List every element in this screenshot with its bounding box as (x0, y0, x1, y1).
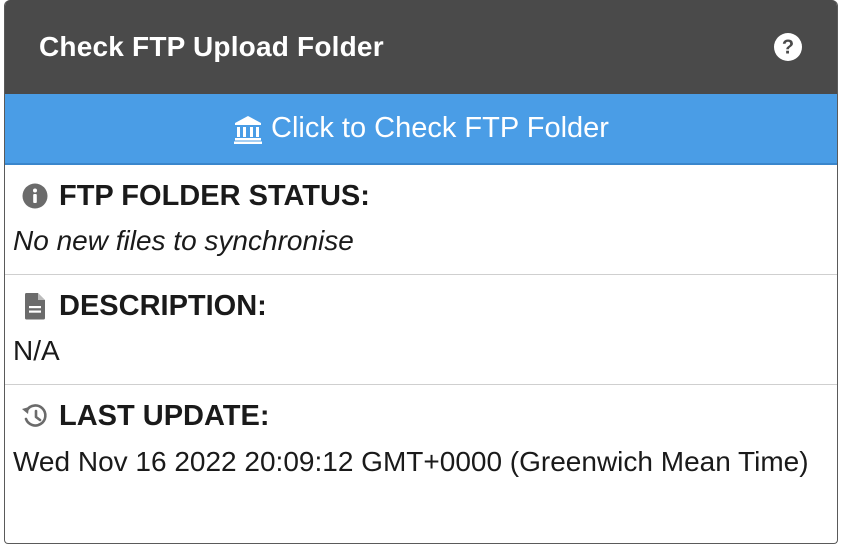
description-heading-row: DESCRIPTION: (13, 275, 829, 327)
ftp-status-heading-row: FTP FOLDER STATUS: (13, 165, 829, 217)
file-text-icon (21, 292, 49, 320)
history-icon (21, 402, 49, 430)
ftp-status-value: No new files to synchronise (13, 225, 354, 256)
description-value: N/A (13, 335, 60, 366)
panel-header: Check FTP Upload Folder ? (5, 0, 837, 94)
question-circle-icon[interactable]: ? (773, 32, 803, 62)
description-section: DESCRIPTION: N/A (5, 275, 837, 385)
svg-text:?: ? (782, 37, 794, 59)
description-heading: DESCRIPTION: (59, 289, 267, 322)
last-update-heading-row: LAST UPDATE: (13, 385, 829, 437)
ftp-upload-panel: Check FTP Upload Folder ? Click to Check… (4, 0, 838, 544)
last-update-section: LAST UPDATE: Wed Nov 16 2022 20:09:12 GM… (5, 385, 837, 542)
ftp-status-section: FTP FOLDER STATUS: No new files to synch… (5, 165, 837, 275)
panel-title: Check FTP Upload Folder (39, 31, 384, 62)
ftp-status-heading: FTP FOLDER STATUS: (59, 179, 370, 212)
last-update-value: Wed Nov 16 2022 20:09:12 GMT+0000 (Green… (13, 446, 809, 477)
info-circle-icon (21, 182, 49, 210)
bank-icon (233, 114, 263, 144)
check-ftp-folder-button[interactable]: Click to Check FTP Folder (5, 94, 837, 165)
check-ftp-folder-label: Click to Check FTP Folder (271, 112, 609, 144)
last-update-heading: LAST UPDATE: (59, 399, 270, 432)
